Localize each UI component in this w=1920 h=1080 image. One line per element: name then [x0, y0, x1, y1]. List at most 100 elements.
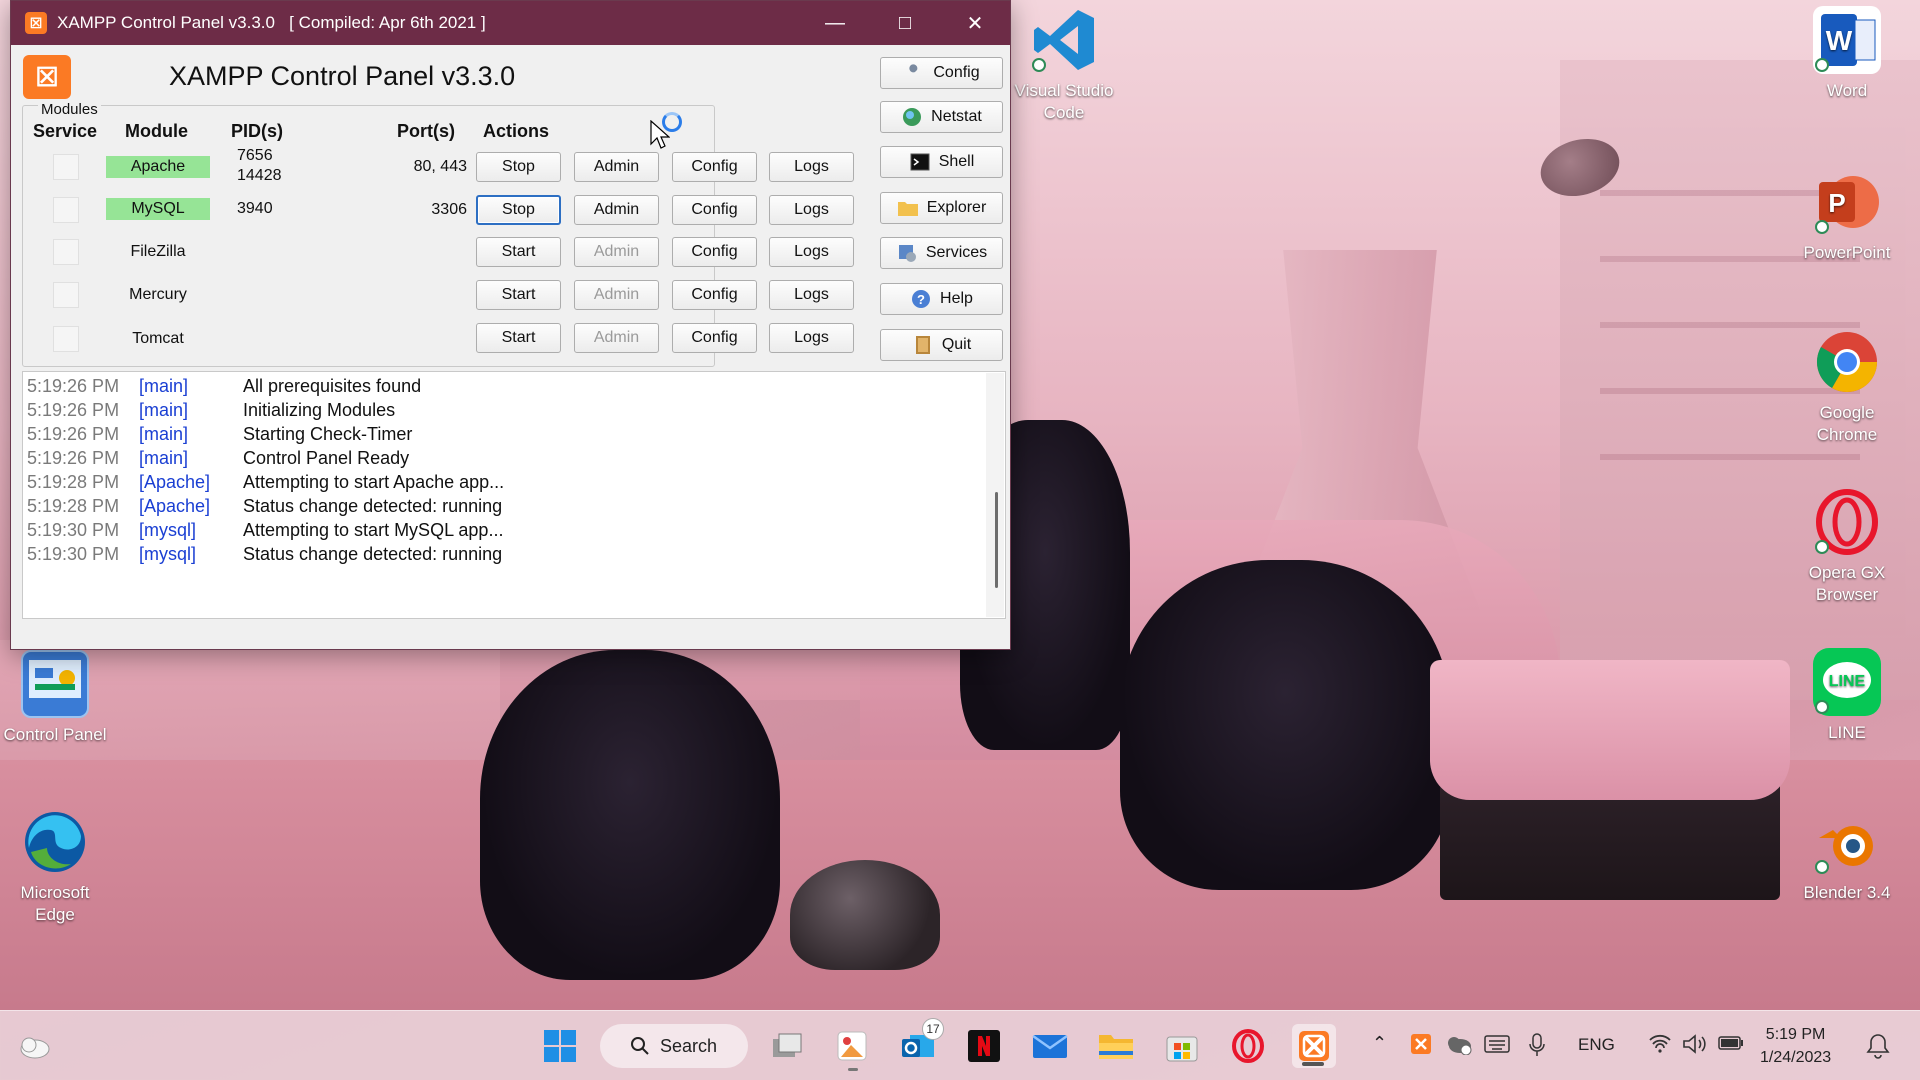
desktop-icon-blender[interactable]: Blender 3.4	[1792, 808, 1902, 904]
desktop-icon-label: Opera GX Browser	[1808, 563, 1886, 604]
maximize-button[interactable]: □	[870, 1, 940, 45]
mysql-logs-button[interactable]: Logs	[769, 195, 854, 225]
explorer-button[interactable]: Explorer	[880, 192, 1003, 224]
shell-button[interactable]: Shell	[880, 146, 1003, 178]
terminal-icon	[909, 152, 931, 172]
tomcat-start-button[interactable]: Start	[476, 323, 561, 353]
column-header-service: Service	[33, 121, 98, 141]
minimize-button[interactable]: —	[800, 1, 870, 45]
desktop-icon-vscode[interactable]: Visual Studio Code	[1009, 6, 1119, 124]
opera-gx-taskbar-icon[interactable]	[1226, 1024, 1270, 1068]
mercury-start-button[interactable]: Start	[476, 280, 561, 310]
netflix-app-icon[interactable]	[962, 1024, 1006, 1068]
taskbar: Search 17 ⌃ ENG 5:19 PM 1/24/2023	[0, 1010, 1920, 1080]
desktop-icon-chrome[interactable]: Google Chrome	[1792, 328, 1902, 446]
quit-button-label: Quit	[941, 336, 972, 353]
battery-icon[interactable]	[1718, 1035, 1744, 1056]
mail-app-icon[interactable]	[1028, 1024, 1072, 1068]
xampp-tray-icon[interactable]	[1410, 1033, 1432, 1060]
start-button-icon[interactable]	[538, 1024, 582, 1068]
file-explorer-icon[interactable]	[1094, 1024, 1138, 1068]
help-button-label: Help	[940, 290, 973, 307]
filezilla-start-button[interactable]: Start	[476, 237, 561, 267]
mysql-admin-button[interactable]: Admin	[574, 195, 659, 225]
keyboard-icon[interactable]	[1484, 1034, 1510, 1059]
service-checkbox[interactable]	[53, 154, 79, 180]
vscode-icon	[1030, 6, 1098, 74]
log-message: Status change detected: running	[243, 496, 503, 516]
tomcat-config-button[interactable]: Config	[672, 323, 757, 353]
outlook-app-icon[interactable]: 17	[896, 1018, 944, 1068]
sync-check-icon	[1815, 220, 1829, 234]
config-button[interactable]: Config	[880, 57, 1003, 89]
desktop-icon-opera-gx[interactable]: Opera GX Browser	[1792, 488, 1902, 606]
task-view-icon[interactable]	[764, 1024, 808, 1068]
netstat-button[interactable]: Netstat	[880, 101, 1003, 133]
port-value: 80, 443	[413, 158, 467, 175]
notification-center-icon[interactable]	[1866, 1033, 1890, 1064]
module-name-mercury: Mercury	[129, 286, 187, 303]
filezilla-logs-button[interactable]: Logs	[769, 237, 854, 267]
log-time: 5:19:30 PM	[27, 520, 120, 540]
log-scrollbar-thumb[interactable]	[995, 492, 998, 588]
apache-config-button[interactable]: Config	[672, 152, 757, 182]
tomcat-logs-button[interactable]: Logs	[769, 323, 854, 353]
service-checkbox[interactable]	[53, 282, 79, 308]
apache-logs-button[interactable]: Logs	[769, 152, 854, 182]
onedrive-icon[interactable]	[1444, 1033, 1472, 1060]
module-name-apache: Apache	[106, 156, 210, 178]
desktop-icon-label: Blender 3.4	[1803, 883, 1891, 902]
taskbar-clock[interactable]: 5:19 PM 1/24/2023	[1760, 1023, 1831, 1069]
log-time: 5:19:30 PM	[27, 544, 120, 564]
filezilla-config-button[interactable]: Config	[672, 237, 757, 267]
close-button[interactable]: ✕	[940, 1, 1010, 45]
svg-text:LINE: LINE	[1829, 673, 1866, 690]
pid-list: 7656 14428	[237, 146, 282, 186]
mysql-config-button[interactable]: Config	[672, 195, 757, 225]
help-icon: ?	[910, 289, 932, 309]
weather-widget-icon[interactable]	[12, 1024, 56, 1068]
desktop-icon-word[interactable]: W Word	[1792, 6, 1902, 102]
services-button[interactable]: Services	[880, 237, 1003, 269]
desktop-icon-powerpoint[interactable]: P PowerPoint	[1792, 168, 1902, 264]
xampp-logo-icon: ☒	[25, 12, 47, 34]
mercury-logs-button[interactable]: Logs	[769, 280, 854, 310]
port-value: 3306	[431, 201, 467, 218]
microsoft-store-icon[interactable]	[1160, 1024, 1204, 1068]
search-icon	[631, 1037, 649, 1055]
title-bar[interactable]: ☒ XAMPP Control Panel v3.3.0 [ Compiled:…	[11, 1, 1010, 45]
microphone-icon[interactable]	[1528, 1033, 1546, 1062]
log-source: [Apache]	[139, 496, 211, 516]
wallpaper-cloth	[1430, 660, 1790, 800]
log-source: [mysql]	[139, 520, 197, 540]
photos-app-icon[interactable]	[830, 1024, 874, 1068]
desktop-icon-label: PowerPoint	[1803, 243, 1891, 262]
log-line: 5:19:26 PM [main] Control Panel Ready	[27, 448, 409, 472]
log-panel[interactable]: 5:19:26 PM [main] All prerequisites foun…	[22, 371, 1006, 619]
desktop-icon-line[interactable]: LINE LINE	[1792, 648, 1902, 744]
desktop-icon-edge[interactable]: Microsoft Edge	[0, 808, 110, 926]
desktop-icon-control-panel[interactable]: Control Panel	[0, 650, 110, 746]
column-header-actions: Actions	[483, 121, 550, 141]
service-checkbox[interactable]	[53, 326, 79, 352]
help-button[interactable]: ? Help	[880, 283, 1003, 315]
log-line: 5:19:28 PM [Apache] Attempting to start …	[27, 472, 504, 496]
xampp-window[interactable]: ☒ XAMPP Control Panel v3.3.0 [ Compiled:…	[10, 0, 1011, 650]
volume-icon[interactable]	[1682, 1033, 1708, 1060]
language-indicator[interactable]: ENG	[1578, 1035, 1615, 1055]
log-line: 5:19:30 PM [mysql] Attempting to start M…	[27, 520, 503, 544]
apache-admin-button[interactable]: Admin	[574, 152, 659, 182]
desktop-icon-label: Microsoft Edge	[20, 883, 90, 924]
netstat-button-label: Netstat	[931, 108, 982, 125]
wifi-icon[interactable]	[1648, 1033, 1672, 1058]
mercury-config-button[interactable]: Config	[672, 280, 757, 310]
apache-stop-button[interactable]: Stop	[476, 152, 561, 182]
service-checkbox[interactable]	[53, 239, 79, 265]
log-time: 5:19:26 PM	[27, 448, 120, 468]
service-checkbox[interactable]	[53, 197, 79, 223]
globe-icon	[901, 107, 923, 127]
chevron-up-icon[interactable]: ⌃	[1372, 1033, 1387, 1054]
mysql-stop-button[interactable]: Stop	[476, 195, 561, 225]
taskbar-search[interactable]: Search	[600, 1024, 748, 1068]
quit-button[interactable]: Quit	[880, 329, 1003, 361]
